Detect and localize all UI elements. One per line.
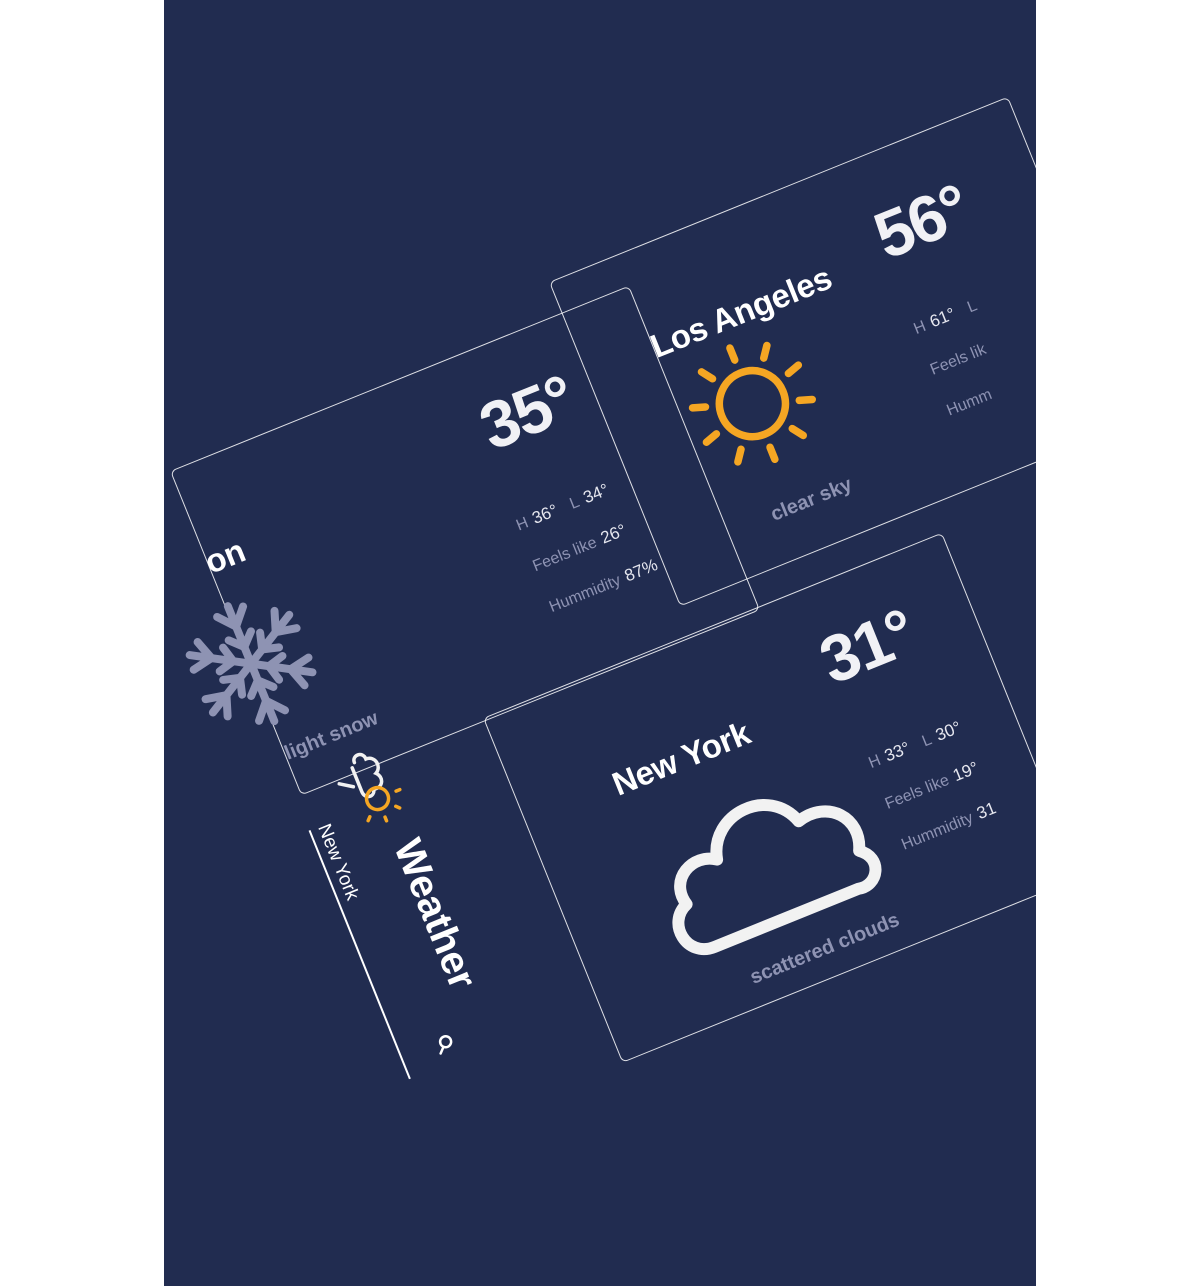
card-city: on (199, 531, 251, 581)
high-value: 36° (529, 500, 561, 528)
low-label: L (964, 297, 980, 317)
search-icon[interactable] (426, 1030, 459, 1061)
low-value: 34° (580, 479, 612, 508)
card-temperature: 56° (863, 169, 979, 274)
snowflake-icon (169, 576, 335, 755)
low-value (978, 293, 985, 311)
high-value: 61° (926, 304, 958, 332)
low-label: L (567, 493, 583, 513)
high-label: H (911, 317, 929, 338)
card-temperature: 31° (809, 594, 925, 698)
low-value: 30° (932, 717, 964, 745)
app-header: Weather (272, 752, 507, 1115)
feels-like-value (987, 337, 994, 355)
card-temperature: 35° (469, 360, 585, 464)
high-value: 33° (881, 738, 913, 766)
card-stats: H61° L Feels lik Humm (911, 289, 1036, 442)
humidity-value (993, 382, 1000, 400)
high-label: H (513, 514, 531, 535)
card-description: clear sky (767, 473, 856, 526)
app-title: Weather (385, 832, 485, 996)
high-label: H (866, 751, 884, 772)
low-label: L (919, 731, 935, 751)
weather-showcase: on 35° light snow H36° L34° Feels like26… (164, 0, 1036, 1286)
